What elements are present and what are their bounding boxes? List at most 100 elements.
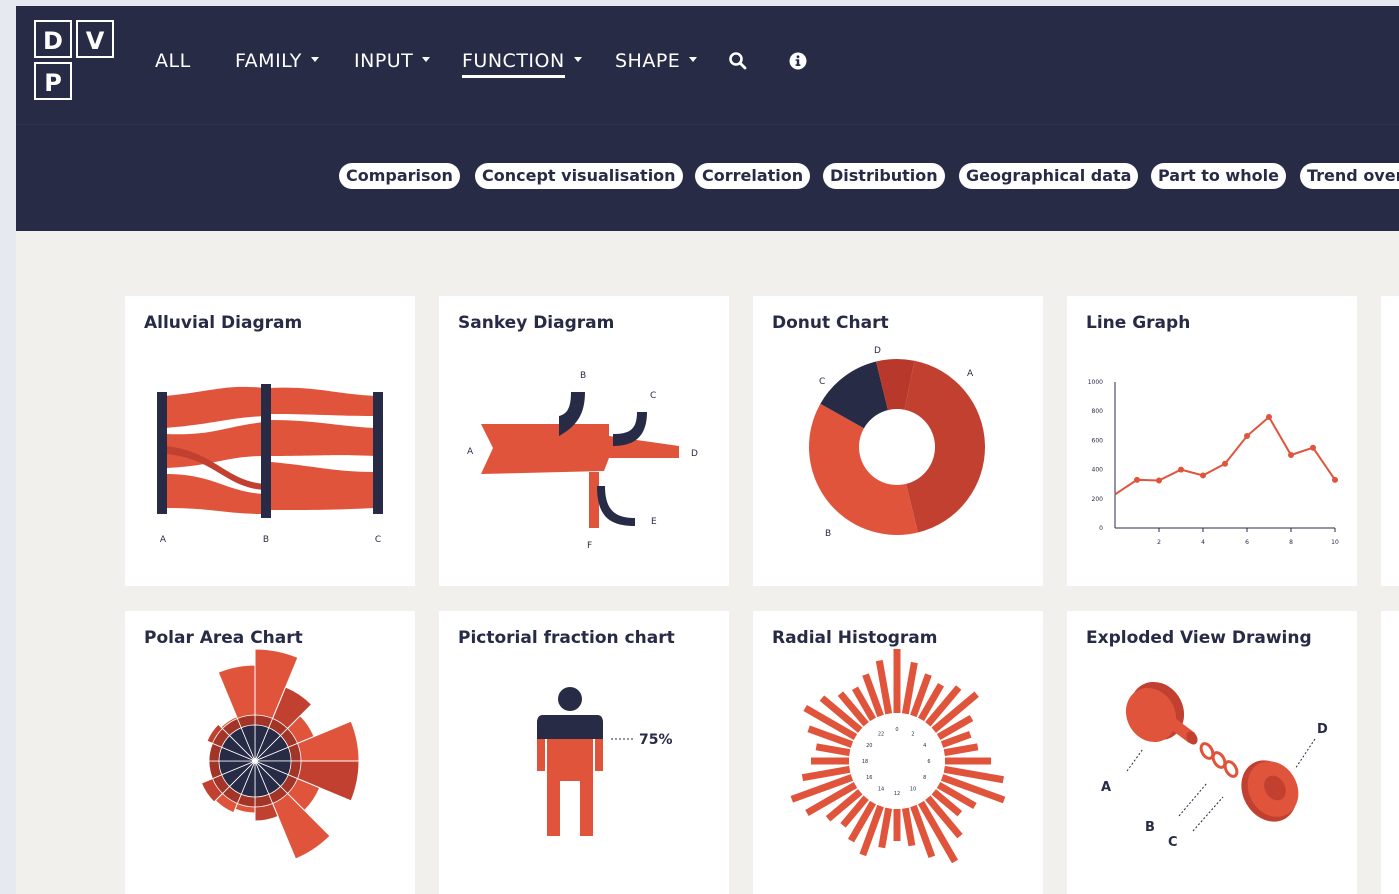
donut-label-c: C xyxy=(819,377,825,387)
card-next-peek[interactable] xyxy=(1381,296,1399,586)
dvp-logo[interactable]: D V P xyxy=(34,20,118,104)
alluvial-diagram-illustration: A B C xyxy=(157,384,383,545)
line-point xyxy=(1288,452,1294,458)
nav-family[interactable]: FAMILY xyxy=(235,46,319,76)
chevron-down-icon xyxy=(310,57,319,62)
exploded-label-a: A xyxy=(1101,780,1111,795)
exploded-label-c: C xyxy=(1168,835,1178,850)
line-point xyxy=(1134,476,1140,483)
polar-center xyxy=(252,758,258,764)
app-window: D V P ALL FAMILY INPUT FUNCTION SHAPE Co… xyxy=(16,6,1399,894)
x-tick-label: 4 xyxy=(1201,539,1205,546)
x-tick-label: 8 xyxy=(1289,539,1293,546)
filter-comparison[interactable]: Comparison xyxy=(339,163,460,189)
y-tick-label: 600 xyxy=(1092,437,1104,444)
pictorial-fraction-illustration: 75% xyxy=(537,687,673,836)
radial-ring-label: 18 xyxy=(862,759,868,765)
radial-ring-label: 10 xyxy=(910,787,916,793)
line-point xyxy=(1178,466,1184,473)
radial-bar xyxy=(875,659,893,715)
alluvial-label-c: C xyxy=(375,535,381,545)
line-graph-illustration: 1000 800 600 400 200 0 2 4 6 8 10 xyxy=(1088,379,1339,546)
radial-bar xyxy=(815,743,851,757)
card-radial-histogram[interactable]: Radial Histogram 0 2 4 6 8 10 12 14 16 18 20 22 xyxy=(753,611,1043,894)
card-line-graph[interactable]: Line Graph 1000 800 600 400 200 0 2 4 6 8 10 xyxy=(1067,296,1357,586)
line-point xyxy=(1310,444,1316,451)
sankey-diagram-illustration: A B C D E F xyxy=(467,371,698,551)
nav-all-label: ALL xyxy=(155,50,191,72)
nav-shape-label: SHAPE xyxy=(615,50,681,72)
logo-letter-v: V xyxy=(76,20,114,58)
radial-ring-label: 14 xyxy=(878,787,884,793)
donut-chart-illustration: D A C B xyxy=(809,346,985,539)
radial-ring-label: 12 xyxy=(894,791,900,797)
line-series xyxy=(1114,415,1336,496)
sankey-label-d: D xyxy=(691,449,698,459)
line-point xyxy=(1266,414,1272,421)
filter-concept-visualisation[interactable]: Concept visualisation xyxy=(475,163,683,189)
line-point xyxy=(1332,476,1338,483)
radial-ring-label: 0 xyxy=(895,727,898,733)
x-tick-label: 10 xyxy=(1331,539,1339,546)
radial-bar xyxy=(878,807,893,849)
polar-area-illustration xyxy=(200,648,360,860)
nav-shape[interactable]: SHAPE xyxy=(615,46,698,76)
alluvial-label-b: B xyxy=(263,535,269,545)
card-next-peek[interactable] xyxy=(1381,611,1399,894)
y-tick-label: 1000 xyxy=(1088,379,1103,386)
filter-geographical-data[interactable]: Geographical data xyxy=(959,163,1139,189)
sankey-label-c: C xyxy=(650,391,656,401)
donut-label-d: D xyxy=(874,346,881,356)
y-tick-label: 0 xyxy=(1099,525,1103,532)
info-icon[interactable] xyxy=(788,51,808,71)
alluvial-label-a: A xyxy=(160,535,167,545)
logo-letter-p: P xyxy=(34,62,72,100)
sankey-label-a: A xyxy=(467,447,474,457)
filter-trend-over[interactable]: Trend over xyxy=(1300,163,1399,189)
radial-ring-label: 4 xyxy=(923,743,926,749)
card-donut-chart[interactable]: Donut Chart D A C B xyxy=(753,296,1043,586)
nav-input[interactable]: INPUT xyxy=(354,46,431,76)
line-point xyxy=(1244,433,1250,440)
line-point xyxy=(1200,472,1206,479)
radial-bar xyxy=(943,743,979,757)
radial-ring-label: 22 xyxy=(878,731,884,737)
chevron-down-icon xyxy=(573,57,582,62)
x-tick-label: 6 xyxy=(1245,539,1249,546)
nav-function[interactable]: FUNCTION xyxy=(462,46,582,78)
chevron-down-icon xyxy=(422,57,431,62)
filter-part-to-whole[interactable]: Part to whole xyxy=(1151,163,1286,189)
search-icon[interactable] xyxy=(728,51,748,71)
line-point xyxy=(1222,460,1228,467)
card-pictorial-fraction-chart[interactable]: Pictorial fraction chart 75% xyxy=(439,611,729,894)
line-point xyxy=(1156,477,1162,484)
y-tick-label: 200 xyxy=(1092,496,1104,503)
chevron-down-icon xyxy=(689,57,698,62)
sankey-label-f: F xyxy=(587,541,592,551)
fraction-value-label: 75% xyxy=(639,732,673,748)
card-alluvial-diagram[interactable]: Alluvial Diagram A B C xyxy=(125,296,415,586)
exploded-view-illustration: A B C D xyxy=(1101,681,1328,850)
filter-distribution[interactable]: Distribution xyxy=(823,163,945,189)
sankey-label-b: B xyxy=(580,371,586,381)
radial-bar xyxy=(901,661,918,715)
card-polar-area-chart[interactable]: Polar Area Chart xyxy=(125,611,415,894)
radial-ring-label: 8 xyxy=(923,775,926,781)
radial-bar xyxy=(901,807,916,847)
logo-letter-d: D xyxy=(34,20,72,58)
y-tick-label: 400 xyxy=(1092,467,1104,474)
radial-ring-label: 2 xyxy=(911,731,914,737)
nav-all[interactable]: ALL xyxy=(155,46,191,76)
exploded-label-d: D xyxy=(1317,722,1328,737)
radial-bar xyxy=(801,765,851,782)
radial-ring-label: 20 xyxy=(866,743,872,749)
donut-label-b: B xyxy=(825,529,831,539)
radial-histogram-illustration: 0 2 4 6 8 10 12 14 16 18 20 22 xyxy=(790,649,1006,864)
filter-correlation[interactable]: Correlation xyxy=(695,163,811,189)
card-exploded-view-drawing[interactable]: Exploded View Drawing A B C D xyxy=(1067,611,1357,894)
card-sankey-diagram[interactable]: Sankey Diagram A B C D E F xyxy=(439,296,729,586)
radial-ring-label: 16 xyxy=(866,775,872,781)
nav-input-label: INPUT xyxy=(354,50,414,72)
top-navigation-bar: D V P ALL FAMILY INPUT FUNCTION SHAPE xyxy=(16,6,1399,124)
radial-ring-label: 6 xyxy=(927,759,930,765)
